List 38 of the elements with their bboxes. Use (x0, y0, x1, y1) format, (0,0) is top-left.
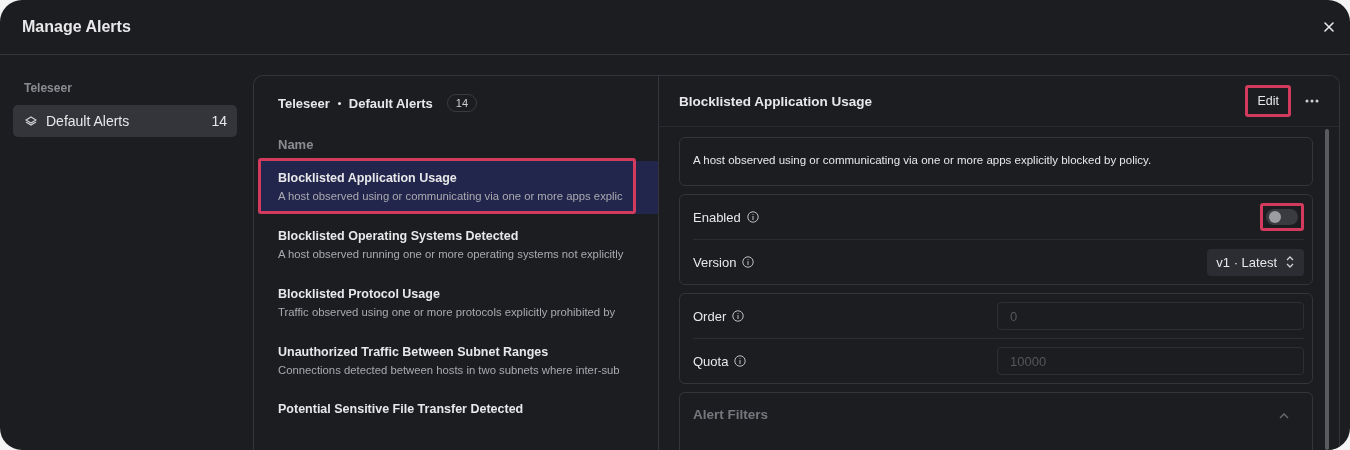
alert-title: Blocklisted Protocol Usage (278, 286, 441, 301)
alert-description: A host observed running one or more operating systems not explicitly (278, 248, 625, 261)
alert-description: A host observed using or communicating via one or more apps explic (278, 190, 624, 203)
edit-button[interactable]: Edit (1245, 85, 1291, 117)
alert-description: Traffic observed using one or more protocols explicitly prohibited by (278, 305, 617, 318)
section-title: Alert Filters (693, 407, 769, 422)
sidebar-group-label: Teleseer (23, 81, 73, 95)
separator-dot (337, 101, 341, 105)
field-label: Quota (693, 353, 729, 369)
alert-row[interactable]: Unauthorized Traffic Between Subnet Ranges Connections detected between hosts in two subnets where inter-sub (258, 334, 658, 388)
version-select[interactable]: v1 · Latest (1207, 248, 1304, 276)
info-icon (732, 310, 745, 322)
column-header: Name (277, 136, 315, 154)
alert-description: Connections detected between hosts in two subnets where inter-sub (278, 363, 621, 376)
alert-title: Blocklisted Application Usage (278, 171, 458, 186)
info-icon (746, 211, 759, 223)
layers-icon (25, 116, 37, 126)
alert-description: A host observed using or communicating via one or more apps explicitly blocked by policy. (693, 153, 1153, 168)
field-label: Enabled (693, 209, 741, 225)
alert-title: Blocklisted Operating Systems Detected (278, 229, 520, 244)
breadcrumb-item[interactable]: Default Alerts (348, 95, 433, 111)
field-label: Order (693, 308, 727, 324)
alert-row[interactable]: Blocklisted Protocol Usage Traffic observed using one or more protocols explicitly prohibited by (258, 276, 658, 330)
breadcrumb-item[interactable]: Teleseer (278, 95, 330, 111)
sidebar-item[interactable]: Default Alerts 14 (13, 105, 237, 137)
alert-row[interactable]: Blocklisted Operating Systems Detected A host observed running one or more operating systems not explicitly (258, 219, 658, 272)
alert-title: Unauthorized Traffic Between Subnet Ranges (278, 344, 550, 359)
alert-title: Potential Sensitive File Transfer Detected (278, 402, 525, 417)
alert-row[interactable]: Blocklisted Application Usage A host observed using or communicating via one or more apps explic (258, 161, 658, 215)
info-icon (742, 256, 755, 268)
detail-title: Blocklisted Application Usage (679, 93, 874, 109)
sort-caret-icon (1285, 255, 1295, 269)
toggle-switch[interactable] (1260, 203, 1304, 231)
info-icon (734, 355, 747, 367)
alert-row[interactable]: Potential Sensitive File Transfer Detected (258, 392, 658, 446)
scrollbar[interactable] (1325, 129, 1329, 450)
window-title: Manage Alerts (22, 18, 132, 36)
field-label: Version (693, 254, 737, 270)
